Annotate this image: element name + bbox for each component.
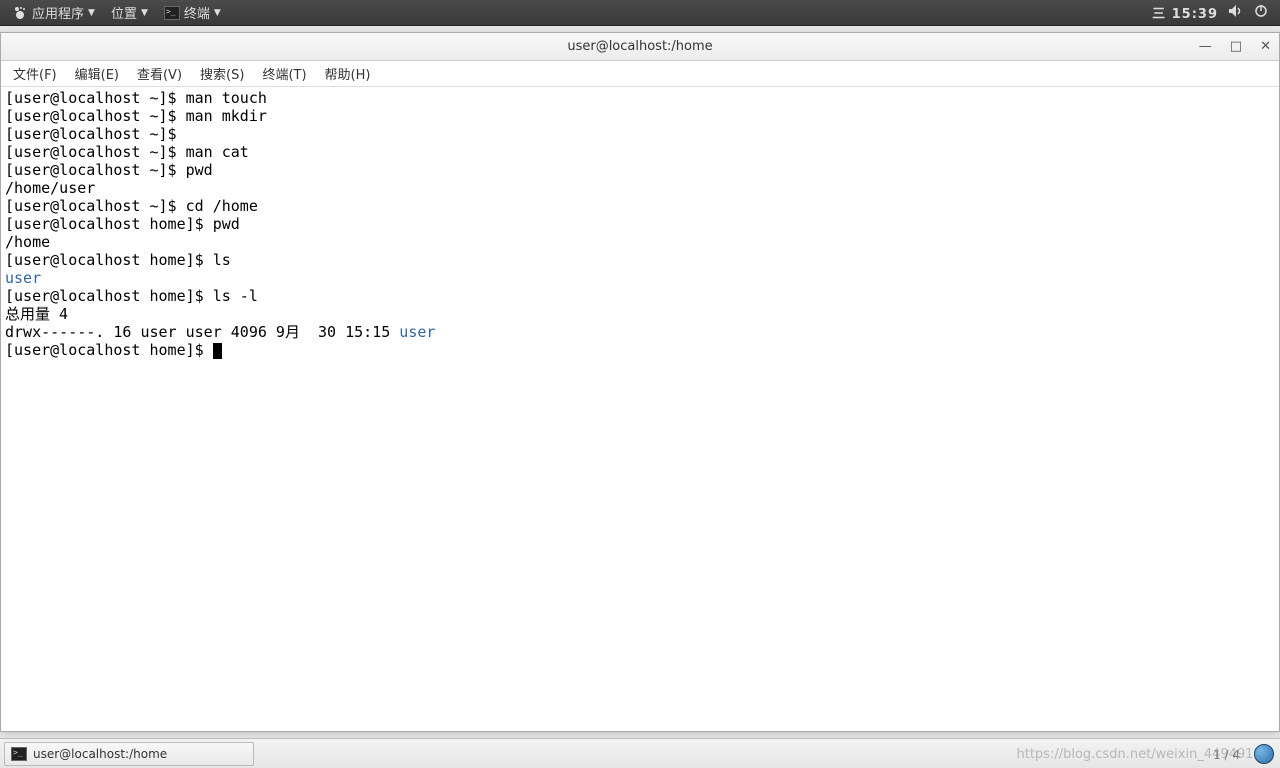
top-panel: 应用程序 ▼ 位置 ▼ 终端 ▼ 三 15:39 [0,0,1280,26]
places-menu[interactable]: 位置 ▼ [103,0,156,25]
task-label: user@localhost:/home [33,747,167,761]
terminal-icon [11,747,27,761]
chevron-down-icon: ▼ [141,8,148,18]
power-icon[interactable] [1254,4,1268,22]
notification-indicator-icon[interactable] [1254,744,1274,764]
menu-search[interactable]: 搜索(S) [192,61,252,86]
terminal-app-launcher[interactable]: 终端 ▼ [156,0,229,25]
close-button[interactable]: ✕ [1260,39,1271,54]
clock[interactable]: 三 15:39 [1152,3,1218,22]
menubar: 文件(F) 编辑(E) 查看(V) 搜索(S) 终端(T) 帮助(H) [1,61,1279,87]
cursor [213,343,222,359]
page-indicator: 1 / 4 [1213,748,1240,762]
terminal-window: user@localhost:/home — □ ✕ 文件(F) 编辑(E) 查… [0,32,1280,732]
terminal-label: 终端 [184,3,210,22]
chevron-down-icon: ▼ [88,8,95,18]
terminal-content[interactable]: [user@localhost ~]$ man touch[user@local… [1,87,1279,731]
minimize-button[interactable]: — [1199,39,1212,54]
titlebar[interactable]: user@localhost:/home — □ ✕ [1,33,1279,61]
menu-terminal[interactable]: 终端(T) [254,61,314,86]
window-controls: — □ ✕ [1199,39,1271,54]
gnome-foot-icon [12,5,28,21]
taskbar-terminal-button[interactable]: user@localhost:/home [4,742,254,766]
menu-view[interactable]: 查看(V) [129,61,190,86]
applications-label: 应用程序 [32,3,84,22]
volume-icon[interactable] [1228,4,1244,22]
menu-file[interactable]: 文件(F) [5,61,65,86]
places-label: 位置 [111,3,137,22]
system-tray: 三 15:39 [1152,3,1276,22]
terminal-icon [164,6,180,20]
menu-edit[interactable]: 编辑(E) [67,61,127,86]
menu-help[interactable]: 帮助(H) [317,61,379,86]
window-title: user@localhost:/home [567,39,712,54]
applications-menu[interactable]: 应用程序 ▼ [4,0,103,25]
chevron-down-icon: ▼ [214,8,221,18]
bottom-panel: user@localhost:/home [0,738,1280,768]
maximize-button[interactable]: □ [1230,39,1242,54]
